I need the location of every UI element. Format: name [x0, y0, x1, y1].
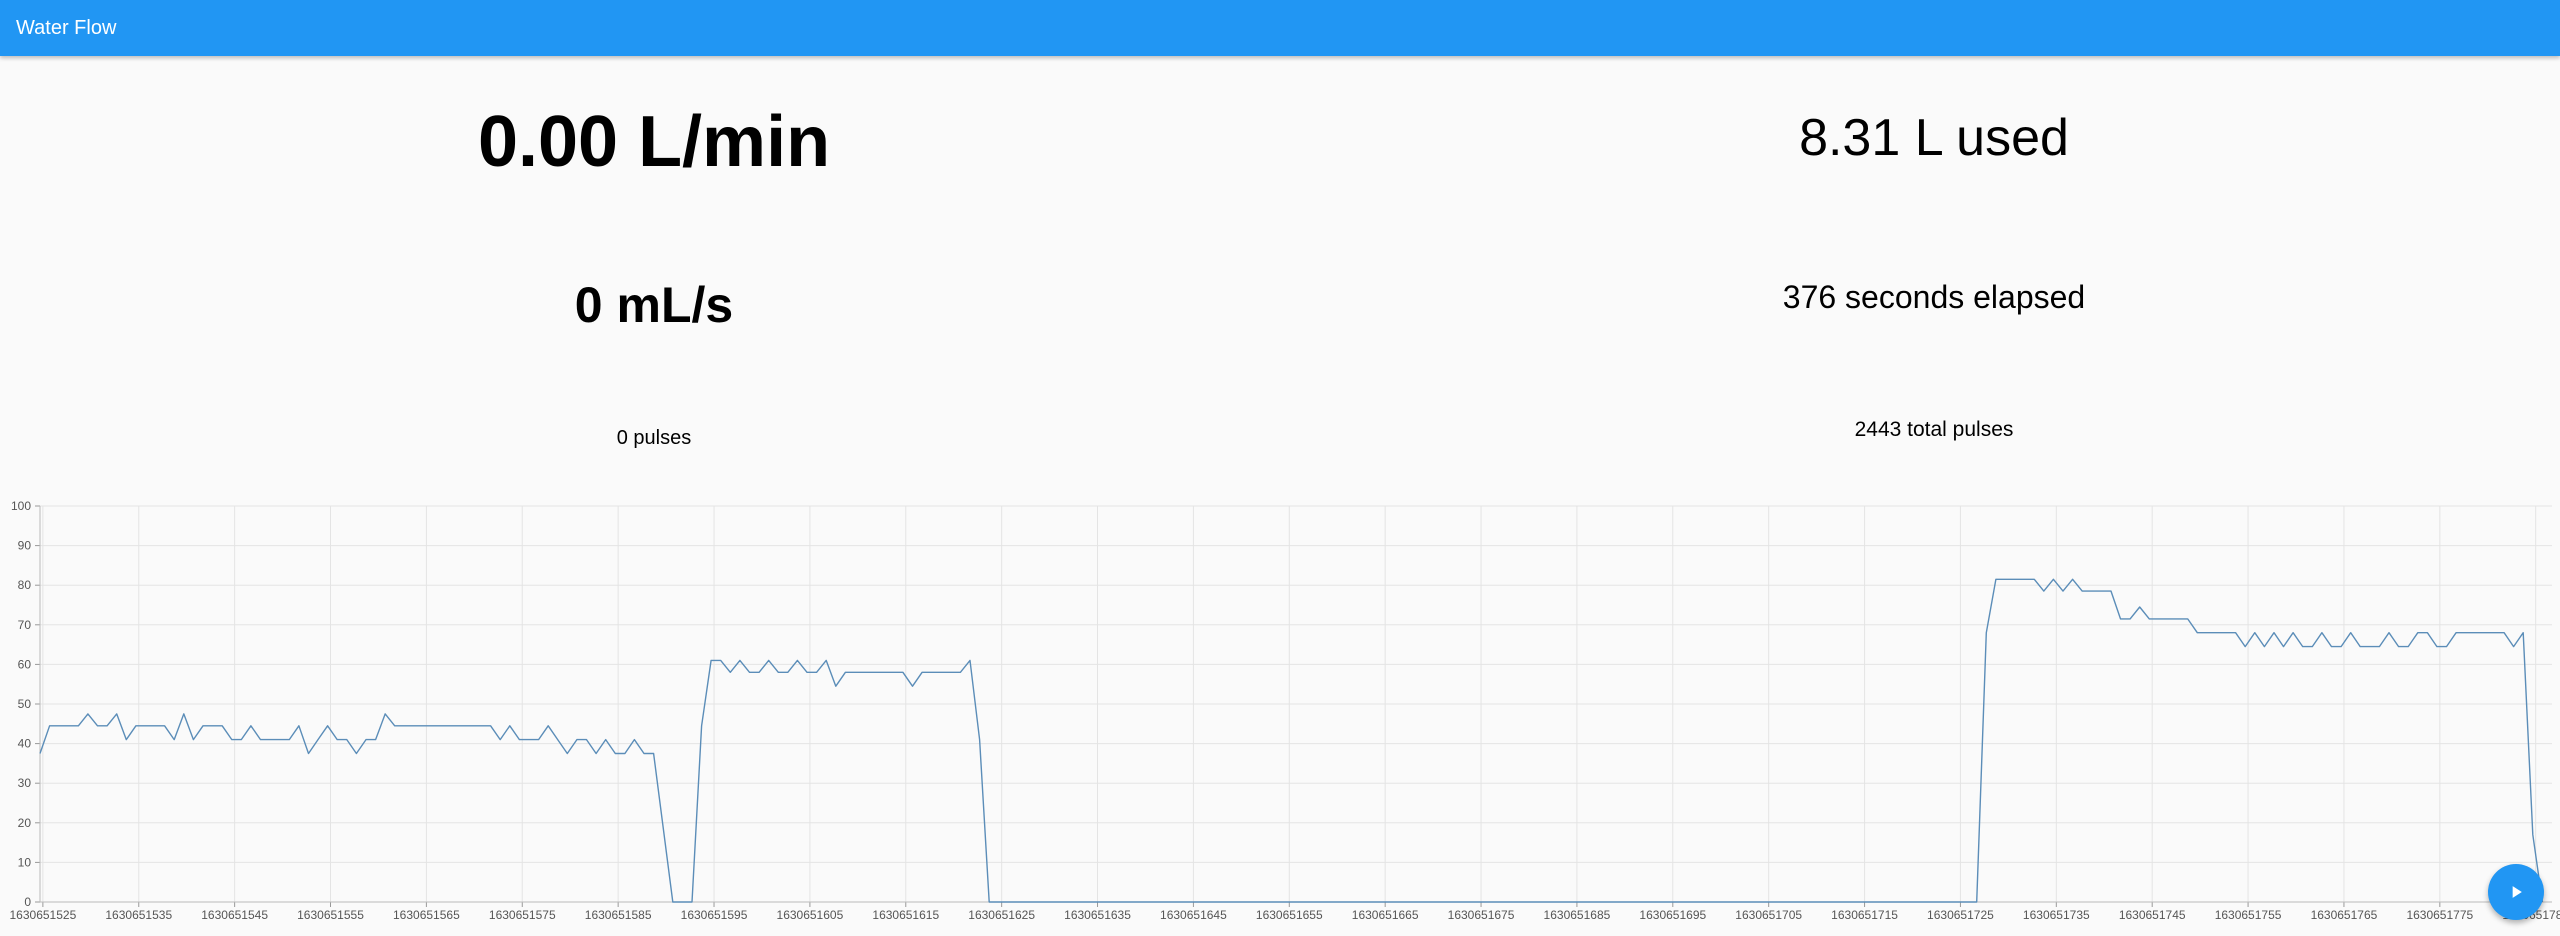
- x-tick-label: 1630651765: [2311, 908, 2378, 922]
- y-tick-label: 10: [18, 855, 32, 869]
- x-tick-label: 1630651565: [393, 908, 460, 922]
- y-tick-label: 60: [18, 657, 32, 671]
- flow-chart: 0 10 20 30 40 50 60 70 80 90 100 1630651525 16306515…: [10, 499, 2560, 922]
- app-bar: Water Flow: [0, 0, 2560, 56]
- y-tick-label: 30: [18, 776, 32, 790]
- volume-used: 8.31 L used: [1799, 109, 2069, 167]
- flow-rate-mls: 0 mL/s: [574, 277, 734, 333]
- x-tick-label: 1630651775: [2406, 908, 2473, 922]
- x-tick-label: 1630651615: [872, 908, 939, 922]
- x-tick-label: 1630651555: [297, 908, 364, 922]
- x-tick-label: 1630651585: [585, 908, 652, 922]
- y-tick-label: 80: [18, 578, 32, 592]
- play-arrow-icon: [2512, 886, 2522, 898]
- y-tick-label: 40: [18, 737, 32, 751]
- x-tick-label: 1630651525: [10, 908, 77, 922]
- y-tick-label: 50: [18, 697, 32, 711]
- y-tick-label: 0: [24, 895, 31, 909]
- y-tick-label: 100: [11, 499, 31, 513]
- x-tick-label: 1630651645: [1160, 908, 1227, 922]
- flow-rate-lpm: 0.00 L/min: [477, 102, 831, 182]
- x-tick-label: 1630651575: [489, 908, 556, 922]
- x-tick-label: 1630651735: [2023, 908, 2090, 922]
- x-tick-label: 1630651755: [2215, 908, 2282, 922]
- series-line: [39, 578, 2544, 903]
- y-tick-label: 20: [18, 816, 32, 830]
- x-tick-label: 1630651535: [105, 908, 172, 922]
- x-tick-label: 1630651545: [201, 908, 268, 922]
- x-tick-label: 1630651725: [1927, 908, 1994, 922]
- total-pulse-count: 2443 total pulses: [1854, 418, 2014, 441]
- app-title: Water Flow: [16, 16, 117, 39]
- x-tick-label: 1630651635: [1064, 908, 1131, 922]
- x-tick-label: 1630651745: [2119, 908, 2186, 922]
- pulse-count: 0 pulses: [616, 427, 692, 449]
- x-tick-label: 1630651705: [1735, 908, 1802, 922]
- x-tick-label: 1630651665: [1352, 908, 1419, 922]
- y-tick-label: 70: [18, 618, 32, 632]
- play-button[interactable]: [2488, 864, 2544, 920]
- x-tick-label: 1630651685: [1544, 908, 1611, 922]
- x-tick-label: 1630651595: [681, 908, 748, 922]
- x-tick-label: 1630651625: [968, 908, 1035, 922]
- x-tick-label: 1630651715: [1831, 908, 1898, 922]
- x-tick-label: 1630651695: [1639, 908, 1706, 922]
- x-tick-label: 1630651675: [1448, 908, 1515, 922]
- y-tick-label: 90: [18, 539, 32, 553]
- x-tick-label: 1630651605: [777, 908, 844, 922]
- seconds-elapsed: 376 seconds elapsed: [1782, 279, 2086, 315]
- x-tick-label: 1630651655: [1256, 908, 1323, 922]
